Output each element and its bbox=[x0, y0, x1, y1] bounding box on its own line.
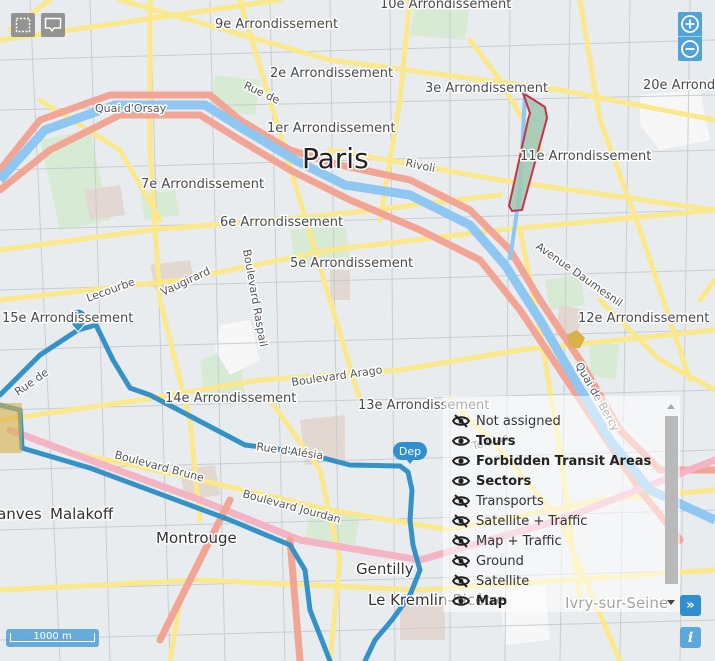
layer-item[interactable]: Map + Traffic bbox=[451, 531, 651, 551]
eye-slash-icon[interactable] bbox=[451, 514, 471, 528]
layer-label: Forbidden Transit Areas bbox=[476, 453, 652, 469]
caret-up-icon bbox=[667, 403, 675, 409]
eye-icon[interactable] bbox=[451, 434, 471, 448]
layer-panel-scrollbar[interactable] bbox=[663, 398, 679, 610]
street-quai-orsay: Quai d'Orsay bbox=[95, 102, 167, 115]
eye-slash-icon[interactable] bbox=[451, 534, 471, 548]
label-11e: 11e Arrondissement bbox=[520, 149, 651, 164]
eye-slash-icon[interactable] bbox=[451, 494, 471, 508]
eye-slash-icon[interactable] bbox=[451, 574, 471, 588]
layer-panel: Not assigned Tours Forbidden Transit Areas… bbox=[443, 396, 680, 612]
layer-label: Not assigned bbox=[476, 413, 561, 429]
layer-label: Sectors bbox=[476, 473, 532, 489]
depot-region bbox=[0, 403, 22, 453]
label-12e: 12e Arrondissement bbox=[578, 311, 709, 326]
double-chevron-right-icon: » bbox=[686, 598, 695, 613]
speech-bubble-icon bbox=[44, 17, 62, 32]
layer-item[interactable]: Ground bbox=[451, 551, 651, 571]
layer-label: Transports bbox=[476, 493, 544, 509]
layer-item[interactable]: Transports bbox=[451, 491, 651, 511]
label-5e: 5e Arrondissement bbox=[290, 256, 413, 271]
label-3e: 3e Arrondissement bbox=[425, 81, 548, 96]
eye-icon[interactable] bbox=[451, 594, 471, 608]
place-gentilly: Gentilly bbox=[356, 560, 414, 578]
rectangle-select-icon bbox=[15, 17, 31, 33]
layer-list: Not assigned Tours Forbidden Transit Areas… bbox=[451, 411, 651, 611]
eye-slash-icon[interactable] bbox=[451, 554, 471, 568]
layer-item[interactable]: Tours bbox=[451, 431, 651, 451]
layer-label: Map + Traffic bbox=[476, 533, 562, 549]
caret-down-icon bbox=[667, 599, 675, 605]
comment-button[interactable] bbox=[41, 13, 65, 37]
scroll-up-button[interactable] bbox=[663, 400, 679, 412]
depot-marker[interactable]: Dep bbox=[393, 442, 427, 464]
city-label-paris: Paris bbox=[302, 142, 369, 175]
eye-icon[interactable] bbox=[451, 454, 471, 468]
zoom-out-button[interactable] bbox=[678, 36, 702, 61]
label-20e: 20e Arrondissement bbox=[643, 78, 715, 93]
layer-label: Satellite + Traffic bbox=[476, 513, 588, 529]
scroll-thumb[interactable] bbox=[665, 416, 678, 584]
layer-label: Tours bbox=[476, 433, 516, 449]
layer-item[interactable]: Forbidden Transit Areas bbox=[451, 451, 651, 471]
label-2e: 2e Arrondissement bbox=[270, 66, 393, 81]
layer-label: Map bbox=[476, 593, 508, 609]
select-area-button[interactable] bbox=[11, 13, 35, 37]
eye-icon[interactable] bbox=[451, 474, 471, 488]
zoom-controls bbox=[678, 12, 702, 61]
collapse-panel-button[interactable]: » bbox=[680, 595, 701, 616]
layer-label: Satellite bbox=[476, 573, 530, 589]
scroll-down-button[interactable] bbox=[663, 596, 679, 608]
label-6e: 6e Arrondissement bbox=[220, 215, 343, 230]
zoom-in-button[interactable] bbox=[678, 12, 702, 36]
place-montrouge: Montrouge bbox=[156, 529, 237, 547]
layer-item[interactable]: Not assigned bbox=[451, 411, 651, 431]
place-vanves: Vanves bbox=[0, 505, 42, 523]
plus-circle-icon bbox=[681, 15, 699, 33]
label-1er: 1er Arrondissement bbox=[267, 121, 395, 136]
eye-slash-icon[interactable] bbox=[451, 414, 471, 428]
minus-circle-icon bbox=[681, 40, 699, 58]
layer-label: Ground bbox=[476, 553, 524, 569]
label-10e: 10e Arrondissement bbox=[380, 0, 511, 12]
label-14e: 14e Arrondissement bbox=[165, 391, 296, 406]
info-button[interactable]: i bbox=[680, 627, 701, 648]
layer-item[interactable]: Satellite bbox=[451, 571, 651, 591]
place-malakoff: Malakoff bbox=[50, 505, 114, 523]
layer-item[interactable]: Map bbox=[451, 591, 651, 611]
label-9e: 9e Arrondissement bbox=[215, 17, 338, 32]
label-15e: 15e Arrondissement bbox=[2, 311, 133, 326]
scale-label: 1000 m bbox=[33, 631, 72, 642]
layer-item[interactable]: Sectors bbox=[451, 471, 651, 491]
info-icon: i bbox=[687, 629, 694, 646]
layer-item[interactable]: Satellite + Traffic bbox=[451, 511, 651, 531]
scale-bar: 1000 m bbox=[6, 629, 99, 647]
label-7e: 7e Arrondissement bbox=[141, 177, 264, 192]
